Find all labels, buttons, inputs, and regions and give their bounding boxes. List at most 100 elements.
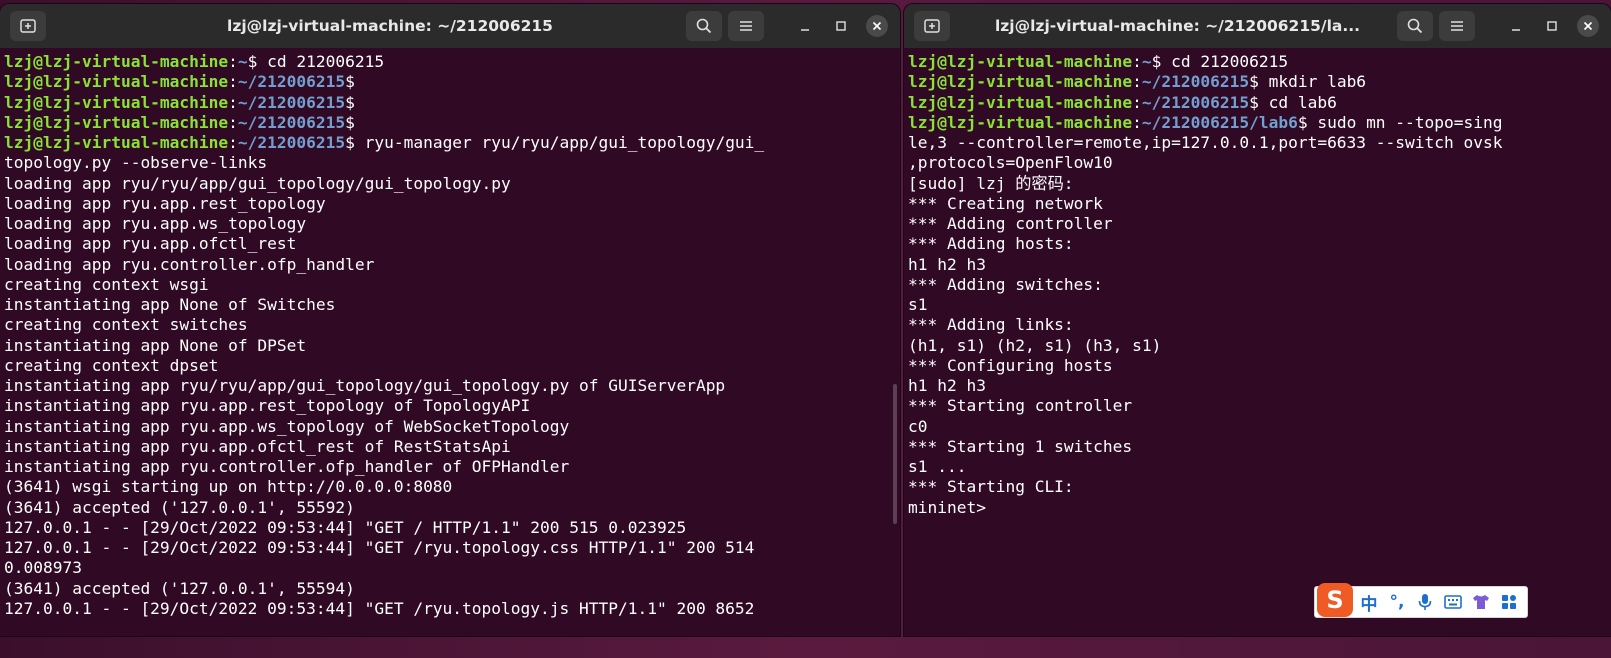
hamburger-menu-icon	[740, 21, 752, 31]
terminal-line: *** Adding links:	[908, 315, 1611, 335]
terminal-line: instantiating app ryu/ryu/app/gui_topolo…	[4, 376, 900, 396]
new-tab-icon	[924, 19, 940, 33]
close-button[interactable]	[862, 11, 892, 41]
terminal-text: $ mkdir lab6	[1249, 72, 1367, 92]
terminal-text: :	[1132, 52, 1142, 71]
prompt-user-host: lzj@lzj-virtual-machine	[4, 133, 229, 152]
titlebar[interactable]: lzj@lzj-virtual-machine: ~/212006215	[0, 4, 900, 48]
terminal-text: 127.0.0.1 - - [29/Oct/2022 09:53:44] "GE…	[4, 517, 687, 537]
terminal-text: h1 h2 h3	[908, 254, 986, 274]
grid-tools-icon[interactable]	[1497, 590, 1521, 614]
terminal-line: *** Configuring hosts	[908, 356, 1611, 376]
ime-mode-toggle[interactable]: 中	[1357, 590, 1381, 615]
punctuation-toggle[interactable]: °,	[1385, 590, 1409, 614]
prompt-path: ~/212006215	[1141, 92, 1250, 112]
prompt-path: ~	[237, 52, 248, 71]
terminal-line: creating context dpset	[4, 356, 900, 376]
terminal-output[interactable]: lzj@lzj-virtual-machine:~$ cd 212006215 l…	[904, 48, 1611, 518]
terminal-line: *** Starting CLI:	[908, 477, 1611, 497]
terminal-text: :	[228, 112, 238, 132]
terminal-output[interactable]: lzj@lzj-virtual-machine:~$ cd 212006215 l…	[0, 48, 900, 619]
terminal-text: $	[345, 72, 355, 92]
search-button[interactable]	[686, 11, 722, 41]
scrollbar-thumb[interactable]	[893, 384, 897, 524]
terminal-text: :	[228, 92, 238, 112]
prompt-user-host: lzj@lzj-virtual-machine	[908, 92, 1133, 112]
close-button[interactable]	[1573, 11, 1603, 41]
menu-button[interactable]	[1439, 11, 1475, 41]
prompt-path: ~/212006215	[237, 72, 346, 92]
terminal-line: instantiating app None of Switches	[4, 295, 900, 315]
terminal-window-left[interactable]: lzj@lzj-virtual-machine: ~/212006215 lzj…	[0, 4, 900, 636]
terminal-line: loading app ryu.app.ofctl_rest	[4, 234, 900, 254]
titlebar[interactable]: lzj@lzj-virtual-machine: ~/212006215/la.…	[904, 4, 1611, 48]
keyboard-icon[interactable]	[1441, 590, 1465, 614]
prompt-user-host: lzj@lzj-virtual-machine	[908, 72, 1133, 92]
terminal-text: $ cd 212006215	[1151, 52, 1289, 71]
microphone-icon[interactable]	[1413, 590, 1437, 614]
prompt-user-host: lzj@lzj-virtual-machine	[4, 72, 229, 92]
terminal-text: :	[1132, 72, 1142, 92]
minimize-button[interactable]	[1501, 11, 1531, 41]
prompt-user-host: lzj@lzj-virtual-machine	[908, 112, 1133, 132]
new-tab-button[interactable]	[10, 11, 46, 41]
terminal-text: (3641) accepted ('127.0.0.1', 55592)	[4, 497, 355, 517]
terminal-text: 0.008973	[4, 558, 82, 578]
terminal-text: *** Creating network	[908, 193, 1103, 213]
terminal-text: le,3 --controller=remote,ip=127.0.0.1,po…	[908, 133, 1503, 152]
terminal-line: c0	[908, 417, 1611, 437]
terminal-line: s1	[908, 295, 1611, 315]
terminal-text: $ cd lab6	[1249, 92, 1337, 112]
terminal-text: (3641) wsgi starting up on http://0.0.0.…	[4, 477, 453, 497]
sogou-logo-icon[interactable]: S	[1317, 583, 1353, 617]
terminal-line: 0.008973	[4, 558, 900, 578]
terminal-text: (h1, s1) (h2, s1) (h3, s1)	[908, 335, 1162, 355]
terminal-text: $	[345, 92, 355, 112]
terminal-line: 127.0.0.1 - - [29/Oct/2022 09:53:44] "GE…	[4, 518, 900, 538]
terminal-text: ,protocols=OpenFlow10	[908, 153, 1113, 173]
terminal-text: :	[228, 133, 238, 152]
prompt-user-host: lzj@lzj-virtual-machine	[908, 52, 1133, 71]
terminal-text: (3641) accepted ('127.0.0.1', 55594)	[4, 578, 355, 598]
terminal-line: lzj@lzj-virtual-machine:~/212006215/lab6…	[908, 113, 1611, 133]
terminal-line: *** Adding switches:	[908, 275, 1611, 295]
terminal-text: instantiating app None of Switches	[4, 295, 336, 314]
terminal-line: instantiating app ryu.app.ws_topology of…	[4, 417, 900, 437]
terminal-text: creating context wsgi	[4, 274, 209, 294]
prompt-path: ~/212006215	[237, 133, 346, 152]
terminal-text: mininet>	[908, 497, 996, 517]
terminal-text: 127.0.0.1 - - [29/Oct/2022 09:53:44] "GE…	[4, 598, 755, 618]
terminal-text: loading app ryu.app.rest_topology	[4, 193, 326, 213]
prompt-user-host: lzj@lzj-virtual-machine	[4, 112, 229, 132]
minimize-icon	[801, 29, 809, 31]
menu-button[interactable]	[728, 11, 764, 41]
terminal-text: *** Starting CLI:	[908, 477, 1074, 497]
terminal-line: lzj@lzj-virtual-machine:~$ cd 212006215	[4, 52, 900, 72]
maximize-icon	[1547, 21, 1557, 31]
terminal-text: *** Adding hosts:	[908, 234, 1074, 254]
terminal-line: instantiating app None of DPSet	[4, 336, 900, 356]
terminal-line: [sudo] lzj 的密码:	[908, 174, 1611, 194]
minimize-button[interactable]	[790, 11, 820, 41]
terminal-line: lzj@lzj-virtual-machine:~$ cd 212006215	[908, 52, 1611, 72]
terminal-line: (3641) wsgi starting up on http://0.0.0.…	[4, 477, 900, 497]
terminal-text: $	[345, 112, 355, 132]
maximize-button[interactable]	[826, 11, 856, 41]
terminal-line: loading app ryu.app.ws_topology	[4, 214, 900, 234]
search-icon	[1407, 18, 1423, 34]
terminal-text: topology.py --observe-links	[4, 153, 268, 173]
ime-toolbar[interactable]: S 中 °,	[1314, 583, 1528, 618]
terminal-window-right[interactable]: lzj@lzj-virtual-machine: ~/212006215/la.…	[904, 4, 1611, 636]
search-button[interactable]	[1397, 11, 1433, 41]
maximize-button[interactable]	[1537, 11, 1567, 41]
minimize-icon	[1512, 29, 1520, 31]
terminal-line: topology.py --observe-links	[4, 153, 900, 173]
terminal-line: h1 h2 h3	[908, 376, 1611, 396]
terminal-text: *** Adding switches:	[908, 274, 1103, 294]
terminal-text: creating context switches	[4, 315, 248, 335]
new-tab-button[interactable]	[914, 11, 950, 41]
terminal-line: creating context wsgi	[4, 275, 900, 295]
terminal-line: *** Starting controller	[908, 396, 1611, 416]
skin-shirt-icon[interactable]	[1469, 590, 1493, 614]
terminal-text: h1 h2 h3	[908, 376, 986, 395]
